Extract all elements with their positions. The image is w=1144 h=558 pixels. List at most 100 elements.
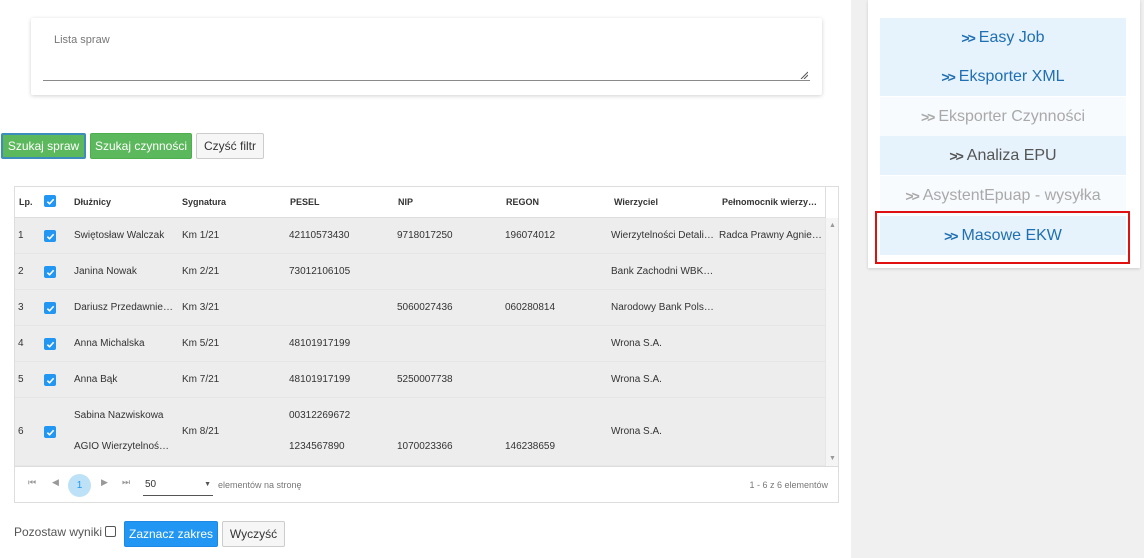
- side-item-asystent-epuap[interactable]: >> AsystentEpuap - wysyłka: [880, 176, 1126, 215]
- cell-sygnatura: Km 2/21: [182, 266, 220, 277]
- cell-dluznik: Dariusz Przedawnienie: [74, 302, 176, 313]
- wyczysc-button[interactable]: Wyczyść: [222, 521, 285, 547]
- cell-lp: 1: [18, 230, 24, 241]
- cell-pesel: 42110573430: [289, 230, 350, 241]
- grid-scrollbar[interactable]: ▲ ▼: [825, 218, 838, 466]
- table-row[interactable]: 4 Anna Michalska Km 5/21 48101917199 Wro…: [15, 326, 826, 362]
- row-checkbox[interactable]: [44, 302, 56, 314]
- zaznacz-zakres-button[interactable]: Zaznacz zakres: [124, 521, 218, 547]
- col-regon[interactable]: REGON: [506, 187, 606, 218]
- side-item-label: Eksporter XML: [958, 67, 1065, 85]
- cases-grid: Lp. Dłużnicy Sygnatura PESEL NIP REGON W…: [14, 186, 839, 503]
- side-item-label: Easy Job: [978, 28, 1045, 46]
- side-item-analiza-epu[interactable]: >> Analiza EPU: [880, 136, 1126, 175]
- cell-sygnatura: Km 1/21: [182, 230, 220, 241]
- col-nip[interactable]: NIP: [398, 187, 498, 218]
- header-scroll-spacer: [825, 187, 838, 218]
- double-chevron-right-icon: >>: [941, 68, 955, 85]
- row-checkbox[interactable]: [44, 426, 56, 438]
- last-page-icon[interactable]: ⏭: [122, 477, 130, 488]
- side-item-eksporter-czynnosci[interactable]: >> Eksporter Czynności: [880, 97, 1126, 136]
- cell-regon: 196074012: [505, 230, 556, 241]
- cell-wierzyciel: Bank Zachodni WBK SA: [611, 266, 715, 277]
- check-icon: [46, 341, 54, 348]
- cell-sygnatura: Km 3/21: [182, 302, 220, 313]
- cell-pesel: 48101917199: [289, 338, 351, 349]
- check-icon: [46, 233, 54, 240]
- cell-regon: 060280814: [505, 302, 556, 313]
- page-size-label: elementów na stronę: [218, 480, 302, 490]
- cell-dluznik: Janina Nowak: [74, 266, 137, 277]
- col-wierzyciel[interactable]: Wierzyciel: [614, 187, 714, 218]
- resize-grip-icon[interactable]: [800, 71, 808, 79]
- table-row[interactable]: 5 Anna Bąk Km 7/21 48101917199 525000773…: [15, 362, 826, 398]
- side-item-label: Analiza EPU: [966, 146, 1057, 164]
- check-icon: [46, 377, 54, 384]
- first-page-icon[interactable]: ⏮: [28, 477, 36, 488]
- cell-wierzyciel: Wrona S.A.: [611, 338, 662, 349]
- cell-nip: 5250007738: [397, 374, 453, 385]
- pozostaw-wyniki-label: Pozostaw wyniki: [14, 525, 103, 539]
- table-row[interactable]: 6 Sabina Nazwiskowa AGIO Wierzytelności …: [15, 398, 826, 466]
- cell-wierzyciel: Wrona S.A.: [611, 426, 662, 437]
- scroll-down-icon[interactable]: ▼: [829, 455, 836, 462]
- cell-lp: 4: [18, 338, 24, 349]
- table-row[interactable]: 2 Janina Nowak Km 2/21 73012106105 Bank …: [15, 254, 826, 290]
- col-pesel[interactable]: PESEL: [290, 187, 390, 218]
- cell-pesel: 73012106105: [289, 266, 351, 277]
- table-row[interactable]: 1 Świętosław Walczak Km 1/21 42110573430…: [15, 218, 826, 254]
- side-item-eksporter-xml[interactable]: >> Eksporter XML: [880, 57, 1126, 96]
- col-sygnatura[interactable]: Sygnatura: [182, 187, 282, 218]
- page-size-select[interactable]: 50 ▼: [143, 476, 213, 496]
- check-icon: [46, 198, 54, 205]
- cell-sygnatura: Km 7/21: [182, 374, 220, 385]
- cell-nip-2: 1070023366: [397, 441, 453, 452]
- page-size-value: 50: [145, 479, 157, 490]
- row-checkbox[interactable]: [44, 338, 56, 350]
- check-icon: [46, 429, 54, 436]
- select-all-checkbox[interactable]: [44, 195, 56, 207]
- page-1-button[interactable]: 1: [68, 474, 91, 497]
- check-icon: [46, 305, 54, 312]
- cell-dluznik-2: AGIO Wierzytelności ...: [74, 441, 172, 452]
- cell-lp: 2: [18, 266, 24, 277]
- czysc-filtr-button[interactable]: Czyść filtr: [196, 133, 264, 159]
- szukaj-spraw-button[interactable]: Szukaj spraw: [1, 133, 86, 159]
- double-chevron-right-icon: >>: [949, 147, 963, 164]
- cell-dluznik: Anna Michalska: [74, 338, 145, 349]
- prev-page-icon[interactable]: ◀: [52, 477, 59, 488]
- lista-spraw-label: Lista spraw: [54, 34, 110, 46]
- highlight-box: [875, 211, 1130, 264]
- cell-nip: 5060027436: [397, 302, 453, 313]
- scroll-up-icon[interactable]: ▲: [829, 222, 836, 229]
- cell-pesel: 48101917199: [289, 374, 351, 385]
- cell-wierzyciel: Wierzytelności Detalic...: [611, 230, 715, 241]
- cell-lp: 6: [18, 426, 24, 437]
- next-page-icon[interactable]: ▶: [101, 477, 108, 488]
- double-chevron-right-icon: >>: [905, 187, 919, 204]
- col-dluznicy[interactable]: Dłużnicy: [74, 187, 174, 218]
- pozostaw-wyniki-checkbox[interactable]: [105, 526, 116, 537]
- pager-info: 1 - 6 z 6 elementów: [749, 480, 828, 490]
- cell-sygnatura: Km 5/21: [182, 338, 220, 349]
- cell-pelnomocnik: Radca Prawny Agnies...: [719, 230, 823, 241]
- szukaj-czynnosci-button[interactable]: Szukaj czynności: [90, 133, 192, 159]
- cell-sygnatura: Km 8/21: [182, 426, 220, 437]
- grid-header: Lp. Dłużnicy Sygnatura PESEL NIP REGON W…: [15, 187, 826, 218]
- col-lp[interactable]: Lp.: [19, 187, 43, 218]
- cell-pesel: 00312269672: [289, 410, 351, 421]
- cell-dluznik: Sabina Nazwiskowa: [74, 410, 164, 421]
- side-item-label: AsystentEpuap - wysyłka: [922, 186, 1101, 204]
- cell-wierzyciel: Wrona S.A.: [611, 374, 662, 385]
- double-chevron-right-icon: >>: [920, 108, 935, 125]
- row-checkbox[interactable]: [44, 230, 56, 242]
- row-checkbox[interactable]: [44, 266, 56, 278]
- row-checkbox[interactable]: [44, 374, 56, 386]
- table-row[interactable]: 3 Dariusz Przedawnienie Km 3/21 50600274…: [15, 290, 826, 326]
- cell-nip: 9718017250: [397, 230, 453, 241]
- cell-lp: 5: [18, 374, 24, 385]
- col-pelnomocnik[interactable]: Pełnomocnik wierzyci...: [722, 187, 818, 218]
- lista-spraw-textarea[interactable]: [43, 80, 810, 81]
- side-item-easy-job[interactable]: >> Easy Job: [880, 18, 1126, 57]
- grid-body: 1 Świętosław Walczak Km 1/21 42110573430…: [15, 218, 826, 466]
